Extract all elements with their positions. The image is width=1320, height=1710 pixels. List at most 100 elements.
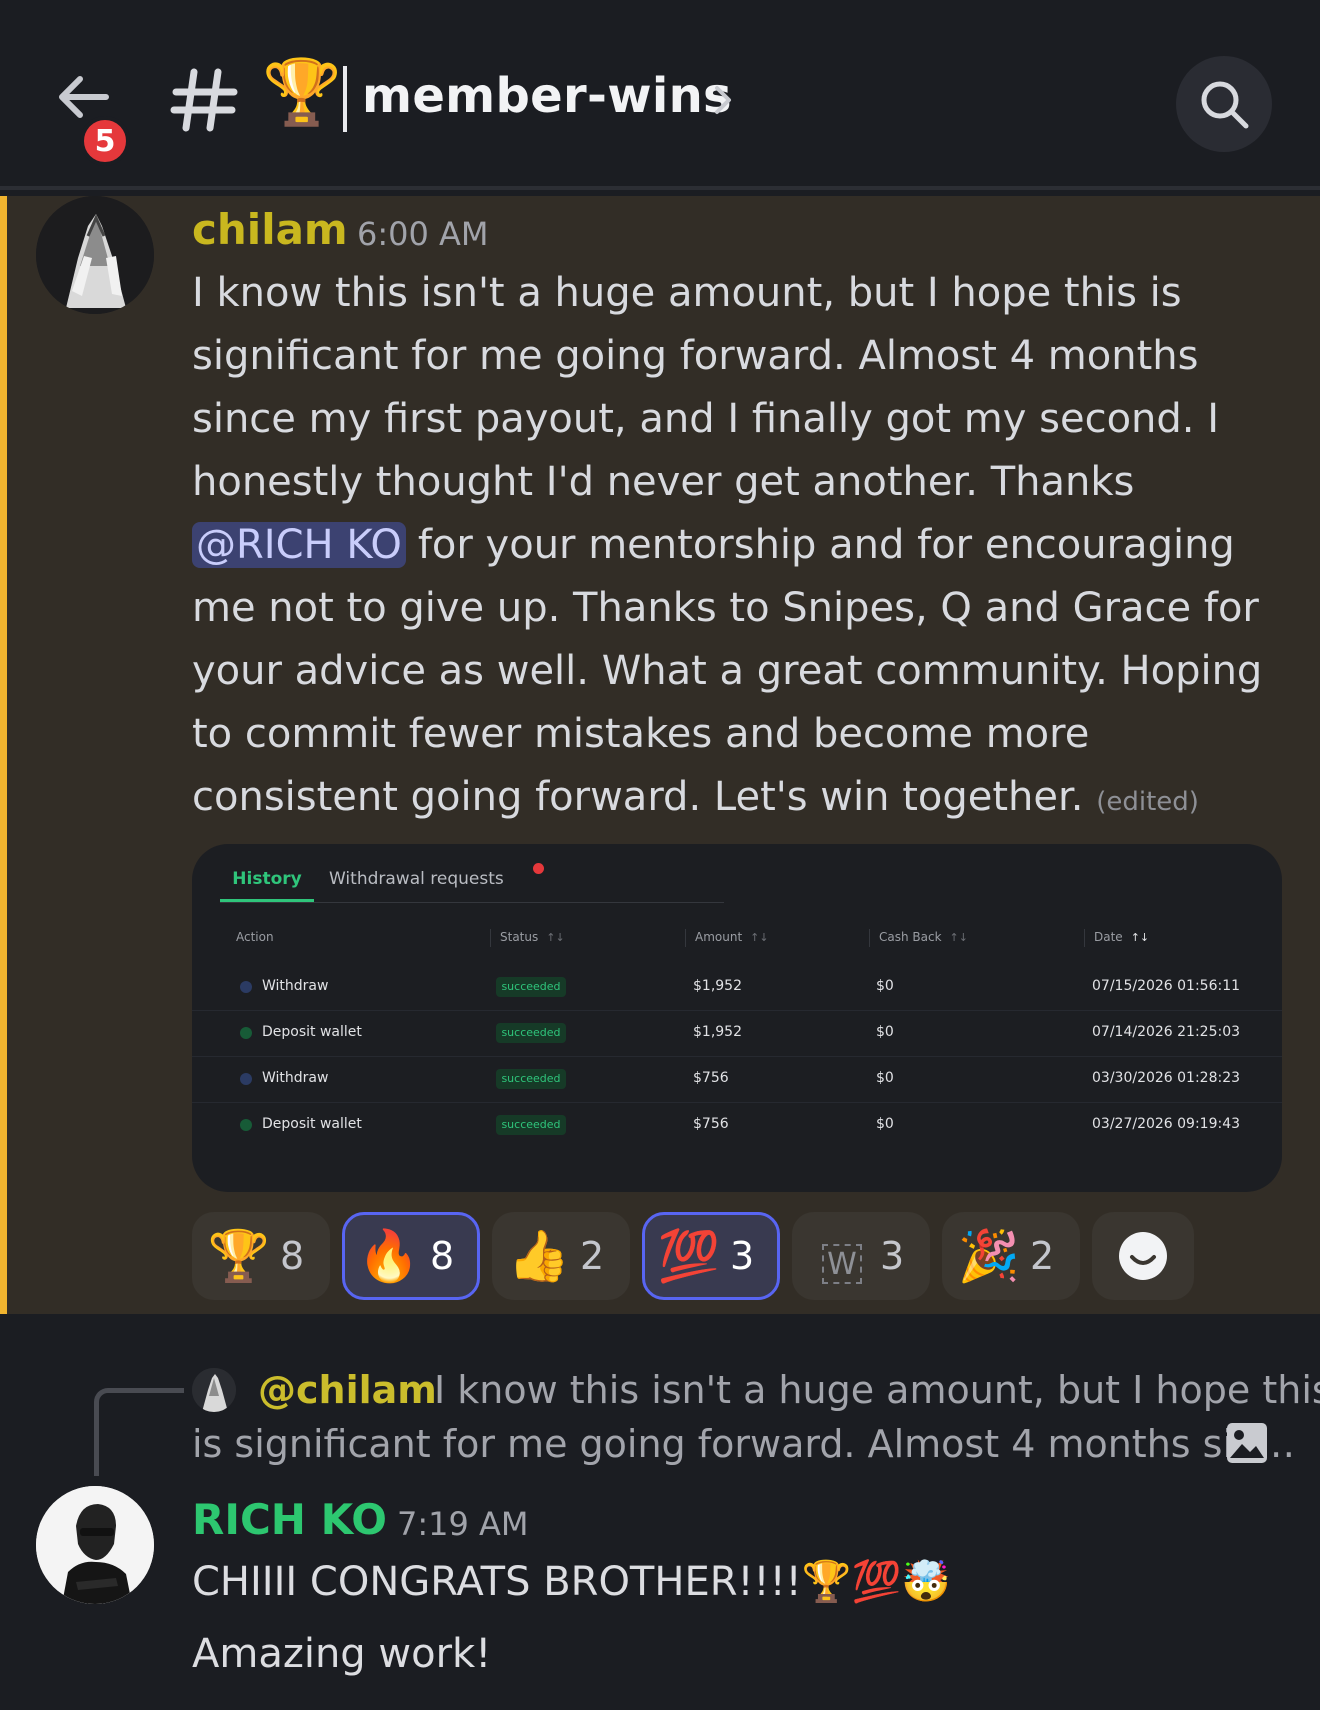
sort-icon: ↑↓ xyxy=(750,931,769,944)
message-text-line: CHIIII CONGRATS BROTHER!!!!🏆💯🤯 xyxy=(192,1559,952,1605)
tab-history: History xyxy=(220,866,314,902)
search-icon xyxy=(1201,81,1249,129)
add-reaction-button[interactable] xyxy=(1092,1212,1194,1300)
col-amount: Amount ↑↓ xyxy=(695,930,769,944)
reaction-count: 3 xyxy=(880,1234,905,1278)
search-button[interactable] xyxy=(1176,56,1272,152)
status-badge: succeeded xyxy=(496,977,566,997)
avatar-image xyxy=(192,1368,236,1412)
timestamp: 6:00 AM xyxy=(357,215,489,253)
col-separator xyxy=(490,929,491,947)
reply-connector xyxy=(94,1388,184,1476)
message-text-line: Amazing work! xyxy=(192,1631,492,1677)
cell-date: 07/15/2026 01:56:11 xyxy=(1092,978,1241,994)
col-separator xyxy=(1084,929,1085,947)
table-row: Deposit wallet succeeded $756 $0 03/27/2… xyxy=(192,1102,1282,1148)
back-arrow-icon xyxy=(59,76,109,118)
cell-cashback: $0 xyxy=(876,978,894,994)
text-before-mention: I know this isn't a huge amount, but I h… xyxy=(192,270,1220,505)
avatar-image xyxy=(36,1486,154,1604)
notification-badge: 5 xyxy=(80,116,130,166)
image-icon xyxy=(1227,1423,1267,1463)
reply-preview[interactable]: is significant for me going forward. Alm… xyxy=(192,1416,1295,1472)
table-row: Withdraw succeeded $1,952 $0 07/15/2026 … xyxy=(192,964,1282,1011)
trophy-icon: 🏆 xyxy=(262,56,342,130)
author-name[interactable]: chilam xyxy=(192,204,348,256)
col-cashback-label: Cash Back xyxy=(879,930,942,944)
reply-avatar xyxy=(192,1368,236,1412)
divider xyxy=(343,66,347,132)
table-row: Withdraw succeeded $756 $0 03/30/2026 01… xyxy=(192,1056,1282,1103)
col-action: Action xyxy=(236,930,274,944)
sort-icon: ↑↓ xyxy=(546,931,565,944)
tab-withdrawal-requests: Withdrawal requests xyxy=(329,869,504,889)
reaction-hundred[interactable]: 💯 3 xyxy=(642,1212,780,1300)
reply-author[interactable]: @chilam xyxy=(258,1362,437,1418)
withdraw-icon xyxy=(240,981,252,993)
withdraw-icon xyxy=(240,1073,252,1085)
party-popper-icon: 🎉 xyxy=(957,1227,1021,1285)
col-status: Status ↑↓ xyxy=(500,930,565,944)
reaction-party[interactable]: 🎉 2 xyxy=(942,1212,1080,1300)
cell-action: Withdraw xyxy=(262,1070,329,1086)
mention-highlight-bar xyxy=(0,196,7,1314)
smiley-add-icon xyxy=(1119,1232,1167,1280)
w-emoji-icon: W xyxy=(804,1222,874,1290)
hash-icon xyxy=(170,68,238,132)
sort-icon: ↑↓ xyxy=(949,931,968,944)
col-cashback: Cash Back ↑↓ xyxy=(879,930,968,944)
cell-amount: $756 xyxy=(693,1116,729,1132)
cell-date: 03/27/2026 09:19:43 xyxy=(1092,1116,1241,1132)
chevron-right-icon[interactable] xyxy=(708,80,738,120)
attachment-tabs: History Withdrawal requests xyxy=(220,863,724,903)
reaction-count: 8 xyxy=(280,1234,305,1278)
cell-amount: $756 xyxy=(693,1070,729,1086)
reaction-count: 2 xyxy=(1030,1234,1055,1278)
cell-date: 07/14/2026 21:25:03 xyxy=(1092,1024,1241,1040)
message-text: I know this isn't a huge amount, but I h… xyxy=(192,262,1292,834)
col-separator xyxy=(869,929,870,947)
status-badge: succeeded xyxy=(496,1023,566,1043)
notification-dot xyxy=(533,863,544,874)
cell-cashback: $0 xyxy=(876,1024,894,1040)
deposit-icon xyxy=(240,1027,252,1039)
reaction-fire[interactable]: 🔥 8 xyxy=(342,1212,480,1300)
author-name[interactable]: RICH KO xyxy=(192,1494,387,1546)
reaction-count: 8 xyxy=(430,1234,455,1278)
status-badge: succeeded xyxy=(496,1115,566,1135)
reaction-count: 3 xyxy=(730,1234,755,1278)
fire-icon: 🔥 xyxy=(357,1227,421,1285)
reaction-thumbs-up[interactable]: 👍 2 xyxy=(492,1212,630,1300)
thumbs-up-icon: 👍 xyxy=(507,1227,571,1285)
trophy-icon: 🏆 xyxy=(207,1227,271,1285)
cell-date: 03/30/2026 01:28:23 xyxy=(1092,1070,1241,1086)
reply-preview[interactable]: I know this isn't a huge amount, but I h… xyxy=(434,1362,1320,1418)
avatar-image xyxy=(36,196,154,314)
col-amount-label: Amount xyxy=(695,930,743,944)
col-date: Date ↑↓ xyxy=(1094,930,1149,944)
col-status-label: Status xyxy=(500,930,539,944)
channel-header: 5 🏆 member-wins xyxy=(0,0,1320,186)
status-badge: succeeded xyxy=(496,1069,566,1089)
avatar-chilam[interactable] xyxy=(36,196,154,314)
cell-amount: $1,952 xyxy=(693,978,742,994)
cell-action: Deposit wallet xyxy=(262,1116,362,1132)
cell-action: Deposit wallet xyxy=(262,1024,362,1040)
col-date-label: Date xyxy=(1094,930,1123,944)
hundred-points-icon: 💯 xyxy=(657,1227,721,1285)
image-attachment[interactable]: History Withdrawal requests Action Statu… xyxy=(192,844,1282,1192)
sort-desc-icon: ↑↓ xyxy=(1130,931,1150,944)
cell-action: Withdraw xyxy=(262,978,329,994)
table-row: Deposit wallet succeeded $1,952 $0 07/14… xyxy=(192,1010,1282,1057)
channel-name[interactable]: member-wins xyxy=(362,66,732,126)
reaction-w[interactable]: W 3 xyxy=(792,1212,930,1300)
timestamp: 7:19 AM xyxy=(397,1505,529,1543)
avatar-rich-ko[interactable] xyxy=(36,1486,154,1604)
edited-label: (edited) xyxy=(1096,787,1199,817)
w-emoji-glyph: W xyxy=(822,1244,862,1284)
cell-amount: $1,952 xyxy=(693,1024,742,1040)
reaction-trophy[interactable]: 🏆 8 xyxy=(192,1212,330,1300)
deposit-icon xyxy=(240,1119,252,1131)
user-mention[interactable]: @RICH KO xyxy=(192,522,406,568)
col-separator xyxy=(685,929,686,947)
